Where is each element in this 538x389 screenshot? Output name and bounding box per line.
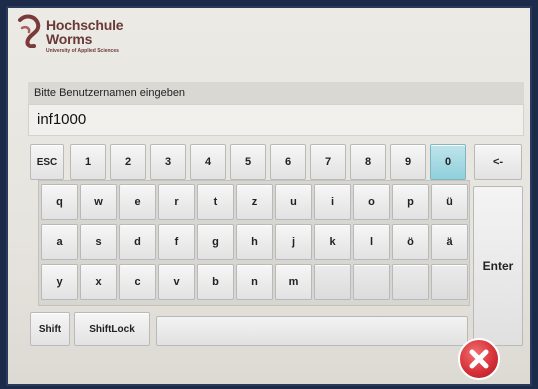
username-field[interactable]: inf1000 [28, 104, 524, 136]
digit-key-3[interactable]: 3 [150, 144, 186, 180]
key-f[interactable]: f [158, 224, 195, 260]
key-oe[interactable]: ö [392, 224, 429, 260]
key-a[interactable]: a [41, 224, 78, 260]
esc-key[interactable]: ESC [30, 144, 64, 180]
key-y[interactable]: y [41, 264, 78, 300]
key-s[interactable]: s [80, 224, 117, 260]
logo-line-2: Worms [46, 31, 93, 47]
backspace-key[interactable]: <- [474, 144, 522, 180]
blank-key [353, 264, 390, 300]
key-ue[interactable]: ü [431, 184, 468, 220]
key-e[interactable]: e [119, 184, 156, 220]
key-k[interactable]: k [314, 224, 351, 260]
key-g[interactable]: g [197, 224, 234, 260]
key-n[interactable]: n [236, 264, 273, 300]
digit-key-2[interactable]: 2 [110, 144, 146, 180]
kiosk-screen: Hochschule Worms University of Applied S… [6, 6, 532, 386]
university-logo: Hochschule Worms University of Applied S… [16, 14, 176, 62]
digit-key-4[interactable]: 4 [190, 144, 226, 180]
key-z[interactable]: z [236, 184, 273, 220]
key-q[interactable]: q [41, 184, 78, 220]
close-button[interactable] [458, 338, 500, 380]
key-m[interactable]: m [275, 264, 312, 300]
key-t[interactable]: t [197, 184, 234, 220]
digit-key-8[interactable]: 8 [350, 144, 386, 180]
key-d[interactable]: d [119, 224, 156, 260]
key-o[interactable]: o [353, 184, 390, 220]
digit-key-5[interactable]: 5 [230, 144, 266, 180]
key-j[interactable]: j [275, 224, 312, 260]
shift-key[interactable]: Shift [30, 312, 70, 346]
key-h[interactable]: h [236, 224, 273, 260]
blank-key [431, 264, 468, 300]
blank-key [314, 264, 351, 300]
blank-key [392, 264, 429, 300]
key-l[interactable]: l [353, 224, 390, 260]
key-ae[interactable]: ä [431, 224, 468, 260]
username-prompt: Bitte Benutzernamen eingeben [34, 87, 186, 99]
digit-key-0[interactable]: 0 [430, 144, 466, 180]
logo-mark-icon [18, 14, 41, 48]
key-u[interactable]: u [275, 184, 312, 220]
close-x-icon [469, 349, 489, 369]
shiftlock-key[interactable]: ShiftLock [74, 312, 150, 346]
key-r[interactable]: r [158, 184, 195, 220]
logo-tagline: University of Applied Sciences [46, 48, 119, 54]
digit-key-9[interactable]: 9 [390, 144, 426, 180]
key-w[interactable]: w [80, 184, 117, 220]
enter-key[interactable]: Enter [473, 186, 523, 346]
digit-key-6[interactable]: 6 [270, 144, 306, 180]
digit-key-1[interactable]: 1 [70, 144, 106, 180]
key-v[interactable]: v [158, 264, 195, 300]
key-i[interactable]: i [314, 184, 351, 220]
key-c[interactable]: c [119, 264, 156, 300]
prompt-bar: Bitte Benutzernamen eingeben [28, 82, 524, 104]
key-b[interactable]: b [197, 264, 234, 300]
key-p[interactable]: p [392, 184, 429, 220]
digit-key-7[interactable]: 7 [310, 144, 346, 180]
space-bar[interactable] [156, 316, 468, 346]
key-x[interactable]: x [80, 264, 117, 300]
